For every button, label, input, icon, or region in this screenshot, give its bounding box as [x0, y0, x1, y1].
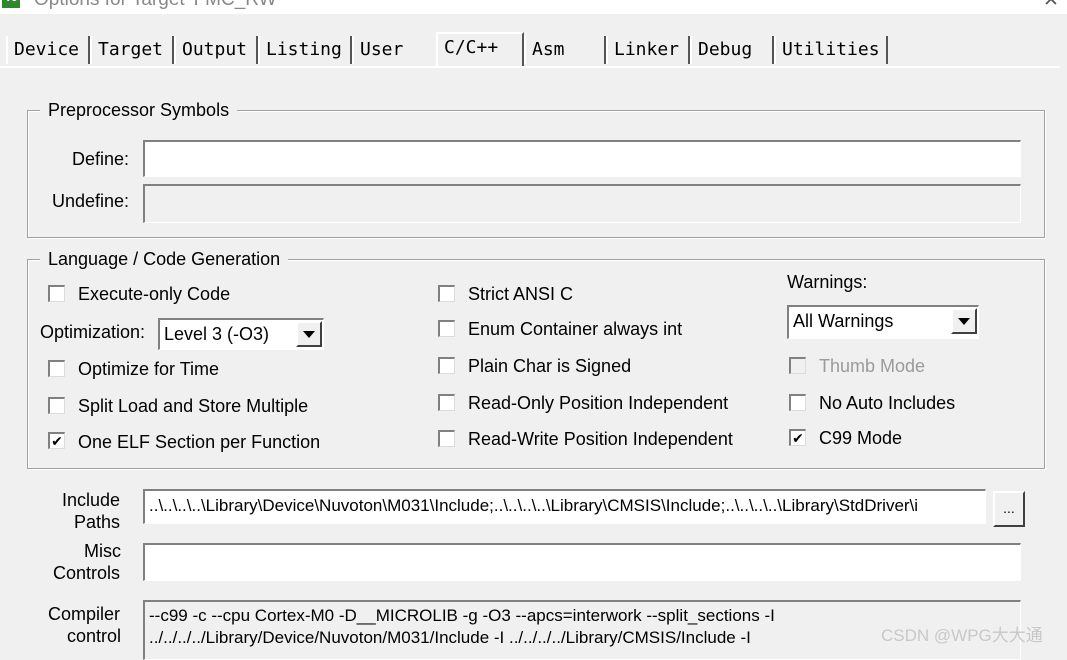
warnings-label: Warnings: [787, 272, 868, 292]
split-load-label: Split Load and Store Multiple [78, 396, 309, 416]
misc-controls-label-line2: Controls [53, 563, 121, 583]
preprocessor-group-title: Preprocessor Symbols [40, 100, 238, 121]
tab-output[interactable]: Output [174, 36, 258, 64]
rw-position-checkbox[interactable] [438, 430, 455, 447]
rw-position-label: Read-Write Position Independent [468, 429, 733, 449]
strict-ansi-label: Strict ANSI C [468, 284, 574, 304]
c99-mode-label: C99 Mode [819, 428, 903, 448]
tab-utilities[interactable]: Utilities [774, 36, 888, 64]
chevron-down-icon[interactable] [951, 308, 977, 334]
close-icon[interactable]: ✕ [1043, 0, 1059, 12]
strict-ansi-checkbox[interactable] [438, 285, 455, 302]
misc-controls-label-line1: Misc [84, 541, 121, 561]
tab-listing[interactable]: Listing [258, 36, 352, 64]
warnings-value: All Warnings [793, 311, 894, 331]
keil-uvision-icon: V5 [2, 0, 20, 8]
enum-container-label: Enum Container always int [468, 319, 683, 339]
c99-mode-checkbox[interactable]: ✔ [789, 429, 806, 446]
undefine-input[interactable] [143, 184, 1021, 223]
include-paths-browse-button[interactable]: ... [993, 491, 1025, 527]
include-paths-label-line2: Paths [74, 512, 121, 532]
optimization-value: Level 3 (-O3) [164, 324, 270, 344]
execute-only-checkbox[interactable] [48, 285, 65, 302]
compiler-control-label-line1: Compiler [48, 604, 121, 624]
misc-controls-input[interactable] [143, 543, 1021, 581]
undefine-label: Undefine: [52, 191, 130, 211]
split-load-checkbox[interactable] [48, 397, 65, 414]
tab-cpp[interactable]: C/C++ [436, 32, 524, 66]
optimization-select[interactable]: Level 3 (-O3) [158, 318, 324, 350]
tab-target[interactable]: Target [90, 36, 174, 64]
no-auto-includes-label: No Auto Includes [819, 393, 956, 413]
define-label: Define: [72, 149, 130, 169]
one-elf-checkbox[interactable]: ✔ [48, 432, 65, 449]
language-group-title: Language / Code Generation [40, 249, 289, 270]
include-paths-input[interactable]: ..\..\..\..\Library\Device\Nuvoton\M031\… [143, 489, 986, 524]
tab-strip-divider [0, 66, 1060, 68]
optimization-label: Optimization: [40, 322, 146, 342]
no-auto-includes-checkbox[interactable] [789, 394, 806, 411]
tab-linker[interactable]: Linker [606, 36, 690, 64]
include-paths-label-line1: Include [62, 490, 121, 510]
thumb-mode-checkbox[interactable] [789, 357, 806, 374]
ro-position-checkbox[interactable] [438, 394, 455, 411]
thumb-mode-label: Thumb Mode [819, 356, 926, 376]
optimize-time-label: Optimize for Time [78, 359, 220, 379]
ro-position-label: Read-Only Position Independent [468, 393, 729, 413]
tab-asm[interactable]: Asm [524, 36, 606, 64]
tab-device[interactable]: Device [6, 36, 90, 64]
warnings-select[interactable]: All Warnings [787, 305, 979, 339]
compiler-control-label-line2: control [67, 626, 122, 646]
execute-only-label: Execute-only Code [78, 284, 231, 304]
tab-user[interactable]: User [352, 36, 438, 64]
plain-char-label: Plain Char is Signed [468, 356, 632, 376]
one-elf-label: One ELF Section per Function [78, 432, 321, 452]
chevron-down-icon[interactable] [296, 321, 322, 347]
define-input[interactable] [143, 140, 1021, 177]
watermark: CSDN @WPG大大通 [881, 626, 1043, 645]
plain-char-checkbox[interactable] [438, 357, 455, 374]
window-title: Options for Target 'FMC_RW' [34, 0, 280, 11]
title-bar: V5 Options for Target 'FMC_RW' ✕ [0, 0, 1067, 14]
tab-debug[interactable]: Debug [690, 36, 774, 64]
optimize-time-checkbox[interactable] [48, 360, 65, 377]
enum-container-checkbox[interactable] [438, 320, 455, 337]
